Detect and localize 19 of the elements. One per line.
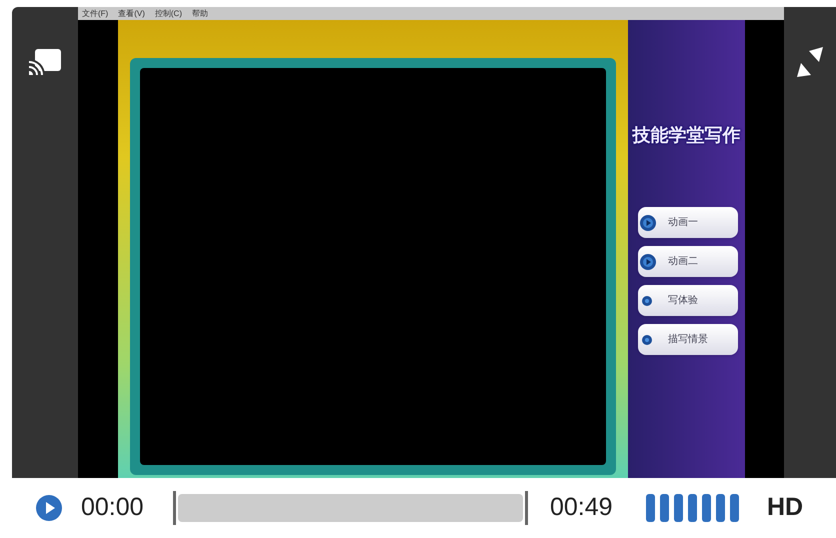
menu-item[interactable]: 帮助 <box>192 10 208 18</box>
lesson-button[interactable]: 描写情景 <box>638 324 738 355</box>
menu-item[interactable]: 文件(F) <box>82 10 108 18</box>
cast-icon[interactable] <box>29 49 61 75</box>
menu-item[interactable]: 控制(C) <box>154 10 182 18</box>
lesson-title: 技能学堂写作 <box>632 124 740 148</box>
menu-item[interactable]: 查看(V) <box>118 10 145 18</box>
elapsed-time: 00:00 <box>81 492 145 524</box>
lesson-button[interactable]: 动画一 <box>638 207 738 238</box>
lesson-button[interactable]: 写体验 <box>638 285 738 316</box>
duration-time: 00:49 <box>550 492 614 524</box>
play-icon[interactable] <box>36 495 62 521</box>
lesson-button[interactable]: 动画二 <box>638 246 738 277</box>
play-icon <box>640 254 656 270</box>
dot-icon <box>642 334 652 344</box>
quality-label[interactable]: HD <box>767 489 804 527</box>
volume-meter[interactable] <box>646 494 739 522</box>
play-icon <box>640 214 656 230</box>
dot-icon <box>642 296 652 306</box>
